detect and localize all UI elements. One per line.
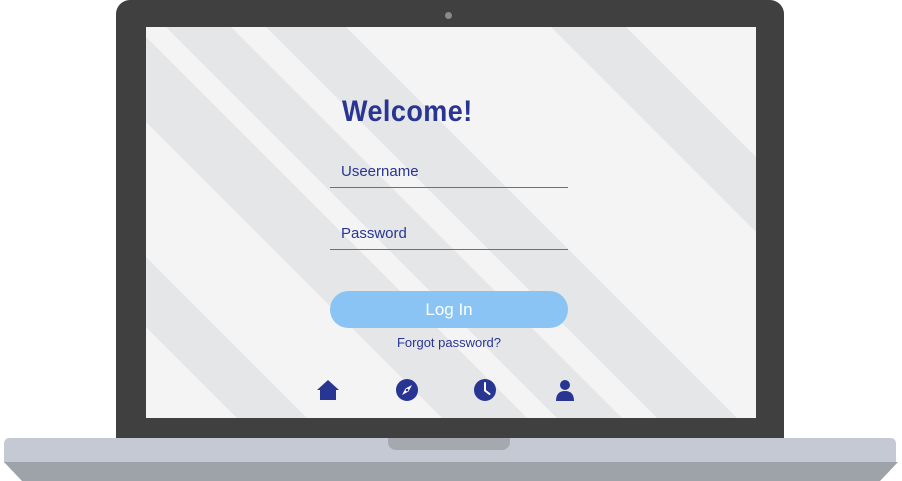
welcome-heading: Welcome! [342, 95, 473, 128]
username-placeholder: Useername [341, 163, 419, 180]
username-field[interactable]: Useername [330, 154, 568, 188]
login-button[interactable]: Log In [330, 291, 568, 328]
user-icon[interactable] [553, 378, 577, 402]
password-placeholder: Password [341, 225, 407, 242]
compass-icon[interactable] [395, 378, 419, 402]
password-field[interactable]: Password [330, 216, 568, 250]
clock-icon[interactable] [473, 378, 497, 402]
forgot-password-link[interactable]: Forgot password? [330, 335, 568, 350]
home-icon[interactable] [316, 378, 340, 402]
laptop-base-bottom [4, 462, 898, 481]
laptop-lid: Welcome! Useername Password Log In Forgo… [116, 0, 784, 440]
login-form: Welcome! Useername Password Log In Forgo… [146, 27, 756, 418]
webcam [445, 12, 452, 19]
laptop-notch [388, 438, 510, 450]
laptop-screen: Welcome! Useername Password Log In Forgo… [146, 27, 756, 418]
